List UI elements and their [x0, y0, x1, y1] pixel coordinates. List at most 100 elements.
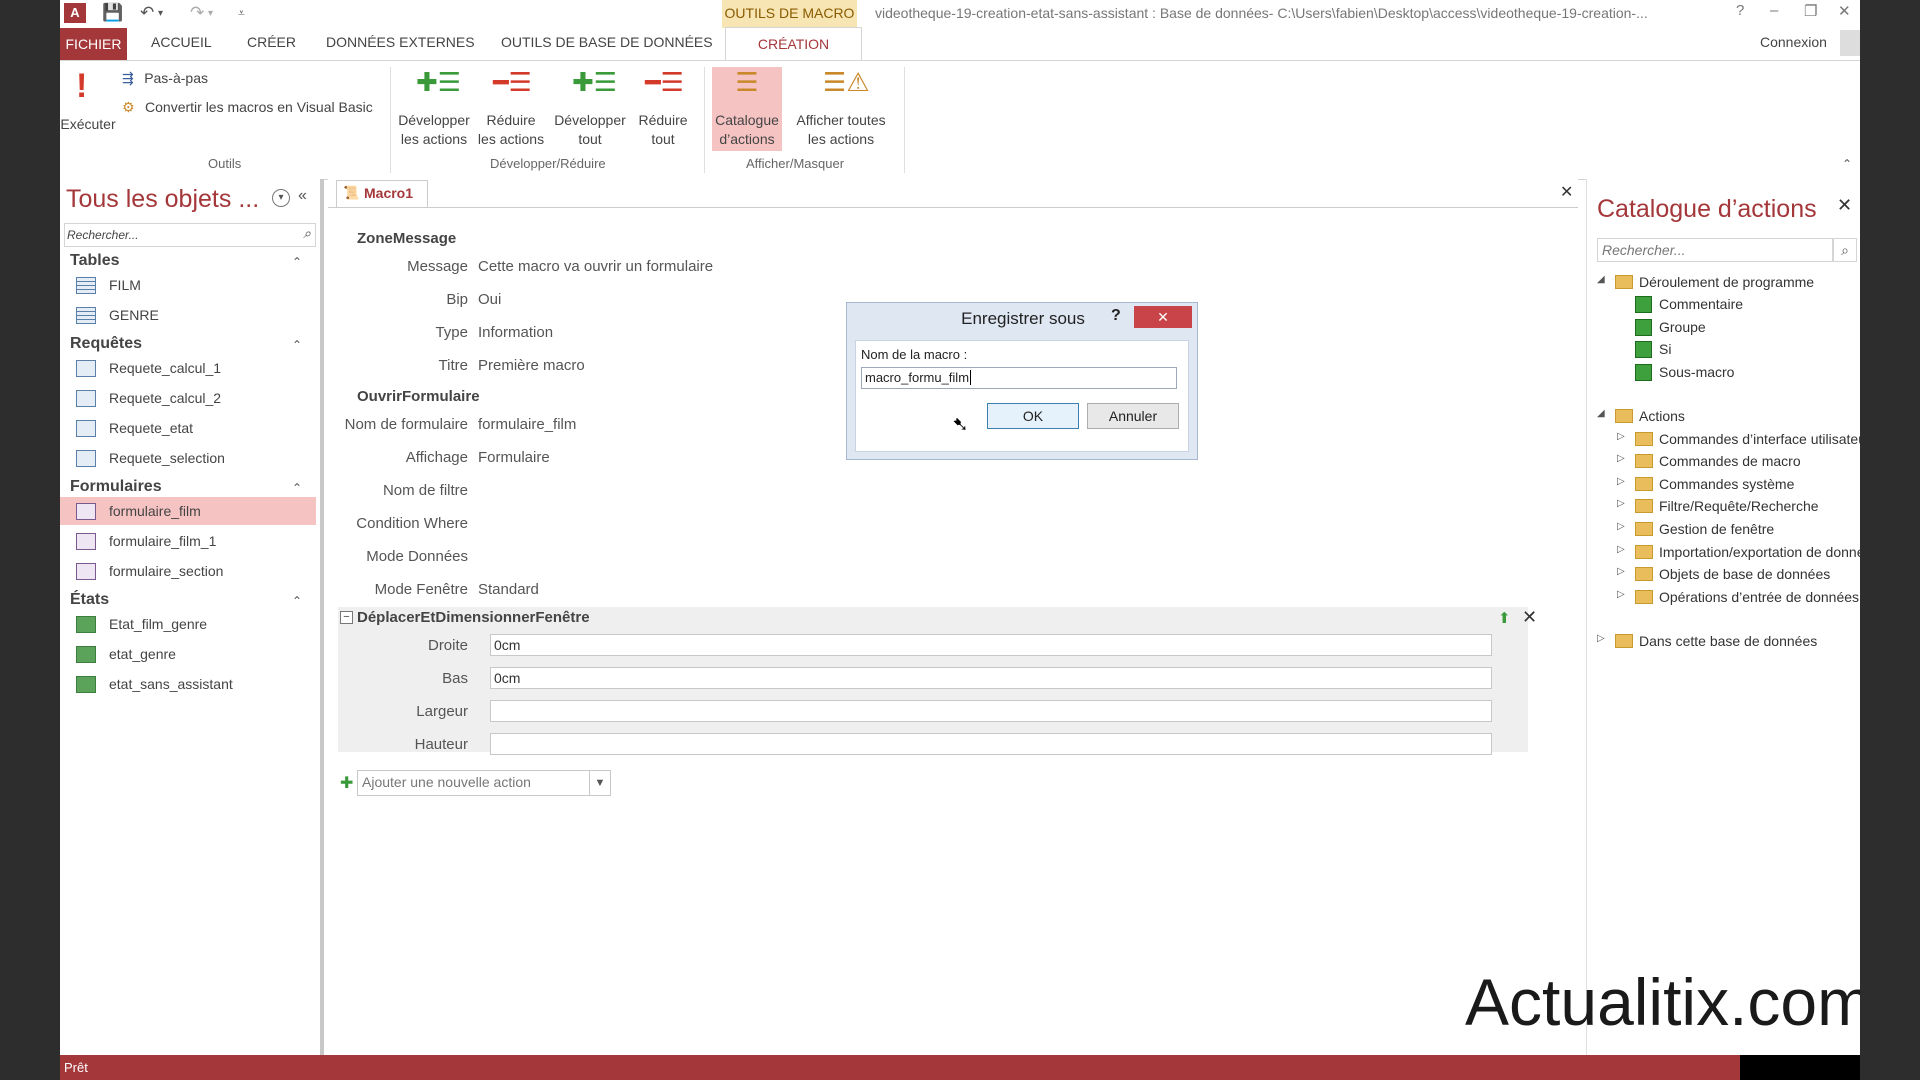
catalog-item[interactable]: Sous-macro	[1617, 362, 1857, 384]
catalog-subfolder[interactable]: ▷ Opérations d’entrée de données	[1617, 587, 1860, 609]
nav-search-input[interactable]: Rechercher... ⌕	[64, 223, 316, 247]
expanded-triangle-icon[interactable]: ◢	[1597, 274, 1605, 285]
collapsed-triangle-icon[interactable]: ▷	[1617, 498, 1625, 509]
convert-macros-button[interactable]: ⚙ Convertir les macros en Visual Basic	[122, 98, 373, 120]
catalog-folder-actions[interactable]: ◢ Actions	[1597, 406, 1857, 428]
nav-section-tables[interactable]: Tables	[70, 252, 120, 270]
nav-pane-title[interactable]: Tous les objets ...	[66, 185, 259, 214]
tab-database-tools[interactable]: OUTILS DE BASE DE DONNÉES	[501, 34, 713, 50]
collapsed-triangle-icon[interactable]: ▷	[1617, 566, 1625, 577]
catalog-subfolder[interactable]: ▷ Filtre/Requête/Recherche	[1617, 496, 1860, 518]
show-all-actions-button[interactable]: ☰⚠ Afficher toutes les actions	[786, 67, 896, 151]
save-icon[interactable]: 💾	[102, 3, 123, 23]
catalog-subfolder[interactable]: ▷ Gestion de fenêtre	[1617, 519, 1860, 541]
height-input[interactable]	[490, 733, 1492, 755]
search-icon[interactable]: ⌕	[1833, 238, 1857, 262]
tab-design[interactable]: CRÉATION	[725, 27, 862, 61]
dropdown-arrow-icon[interactable]: ▼	[589, 771, 610, 795]
arg-value[interactable]: Formulaire	[478, 449, 550, 466]
nav-section-forms[interactable]: Formulaires	[70, 478, 162, 496]
customize-quick-access-icon[interactable]: ⩡	[238, 6, 245, 21]
close-document-button[interactable]: ✕	[1560, 182, 1573, 202]
catalog-subfolder[interactable]: ▷ Importation/exportation de données	[1617, 542, 1860, 564]
single-step-button[interactable]: ⇶ Pas-à-pas	[122, 69, 208, 91]
expand-all-button[interactable]: ✚☰ Développer tout	[554, 67, 626, 151]
redo-dropdown-icon[interactable]: ▾	[208, 8, 213, 19]
tab-file[interactable]: FICHIER	[60, 28, 127, 60]
catalog-subfolder[interactable]: ▷ Commandes de macro	[1617, 451, 1860, 473]
catalog-folder-flow[interactable]: ◢ Déroulement de programme	[1597, 272, 1857, 294]
right-input[interactable]: 0cm	[490, 634, 1492, 656]
catalog-subfolder[interactable]: ▷ Objets de base de données	[1617, 564, 1860, 586]
delete-action-icon[interactable]: ✕	[1522, 607, 1537, 628]
run-label: Exécuter	[60, 116, 116, 132]
catalog-search-input[interactable]: Rechercher...	[1597, 238, 1833, 262]
shutter-bar-close-icon[interactable]: «	[298, 187, 307, 205]
catalog-item[interactable]: Si	[1617, 339, 1857, 361]
catalog-subfolder[interactable]: ▷ Commandes système	[1617, 474, 1860, 496]
collapsed-triangle-icon[interactable]: ▷	[1617, 453, 1625, 464]
collapse-all-button[interactable]: ━☰ Réduire tout	[632, 67, 694, 151]
dialog-help-button[interactable]: ?	[1111, 307, 1121, 325]
restore-button[interactable]: ❐	[1804, 2, 1817, 20]
arg-value[interactable]: Oui	[478, 291, 501, 308]
redo-icon[interactable]: ↷	[190, 3, 204, 23]
collapse-ribbon-icon[interactable]: ⌃	[1842, 157, 1852, 171]
nav-item-report[interactable]: Etat_film_genre	[60, 610, 316, 638]
bottom-input[interactable]: 0cm	[490, 667, 1492, 689]
collapsed-triangle-icon[interactable]: ▷	[1617, 476, 1625, 487]
help-button[interactable]: ?	[1736, 2, 1744, 19]
nav-menu-chevron-icon[interactable]: ▾	[272, 189, 290, 207]
collapse-action-icon[interactable]: −	[340, 611, 353, 624]
catalog-subfolder[interactable]: ▷ Commandes d’interface utilisateur	[1617, 429, 1860, 451]
search-icon[interactable]: ⌕	[303, 225, 311, 242]
catalog-close-button[interactable]: ✕	[1837, 195, 1852, 216]
catalog-item[interactable]: Commentaire	[1617, 294, 1857, 316]
collapse-actions-button[interactable]: ━☰ Réduire les actions	[476, 67, 546, 151]
catalog-folder-this-database[interactable]: ▷ Dans cette base de données	[1597, 631, 1857, 653]
title-bar: A 💾 ↶ ▾ ↷ ▾ ⩡ OUTILS DE MACRO videothequ…	[60, 0, 1860, 28]
collapsed-triangle-icon[interactable]: ▷	[1617, 431, 1625, 442]
collapse-actions-icon: ━☰	[493, 67, 532, 97]
action-name[interactable]: ZoneMessage	[357, 230, 456, 247]
access-logo-icon: A	[64, 3, 86, 23]
sign-in-link[interactable]: Connexion	[1760, 34, 1827, 50]
macro-name-input[interactable]: macro_formu_film	[861, 367, 1177, 389]
arg-value[interactable]: Cette macro va ouvrir un formulaire	[478, 258, 713, 275]
collapsed-triangle-icon[interactable]: ▷	[1617, 544, 1625, 555]
close-window-button[interactable]: ✕	[1838, 2, 1851, 20]
user-avatar[interactable]	[1840, 30, 1860, 56]
action-name[interactable]: DéplacerEtDimensionnerFenêtre	[357, 609, 590, 626]
query-icon	[76, 360, 96, 377]
tab-external-data[interactable]: DONNÉES EXTERNES	[326, 34, 475, 50]
tab-create[interactable]: CRÉER	[247, 34, 296, 50]
nav-item-query[interactable]: Requete_calcul_2	[60, 384, 316, 412]
dialog-close-button[interactable]: ✕	[1134, 306, 1192, 328]
nav-section-reports[interactable]: États	[70, 591, 109, 609]
arg-value[interactable]: Information	[478, 324, 553, 341]
expanded-triangle-icon[interactable]: ◢	[1597, 408, 1605, 419]
arg-value[interactable]: Standard	[478, 581, 539, 598]
tab-home[interactable]: ACCUEIL	[151, 34, 212, 50]
add-new-action-combobox[interactable]: Ajouter une nouvelle action ▼	[357, 770, 611, 796]
ok-button[interactable]: OK	[987, 403, 1079, 429]
minimize-button[interactable]: –	[1770, 2, 1778, 19]
nav-section-queries[interactable]: Requêtes	[70, 335, 142, 353]
collapsed-triangle-icon[interactable]: ▷	[1597, 633, 1605, 644]
catalog-item[interactable]: Groupe	[1617, 317, 1857, 339]
move-up-icon[interactable]: ⬆	[1498, 609, 1511, 627]
width-input[interactable]	[490, 700, 1492, 722]
action-name[interactable]: OuvrirFormulaire	[357, 388, 480, 405]
run-button[interactable]: ! Exécuter	[60, 67, 115, 151]
collapsed-triangle-icon[interactable]: ▷	[1617, 589, 1625, 600]
expand-actions-button[interactable]: ✚☰ Développer les actions	[398, 67, 470, 151]
tab-macro1[interactable]: 📜 Macro1	[336, 180, 428, 207]
arg-value[interactable]: formulaire_film	[478, 416, 576, 433]
arg-value[interactable]: Première macro	[478, 357, 585, 374]
action-catalog-button[interactable]: ☰ Catalogue d’actions	[712, 67, 782, 151]
undo-dropdown-icon[interactable]: ▾	[158, 8, 163, 19]
cancel-button[interactable]: Annuler	[1087, 403, 1179, 429]
add-action-plus-icon[interactable]: ✚	[340, 773, 353, 793]
collapsed-triangle-icon[interactable]: ▷	[1617, 521, 1625, 532]
undo-icon[interactable]: ↶	[140, 3, 154, 23]
